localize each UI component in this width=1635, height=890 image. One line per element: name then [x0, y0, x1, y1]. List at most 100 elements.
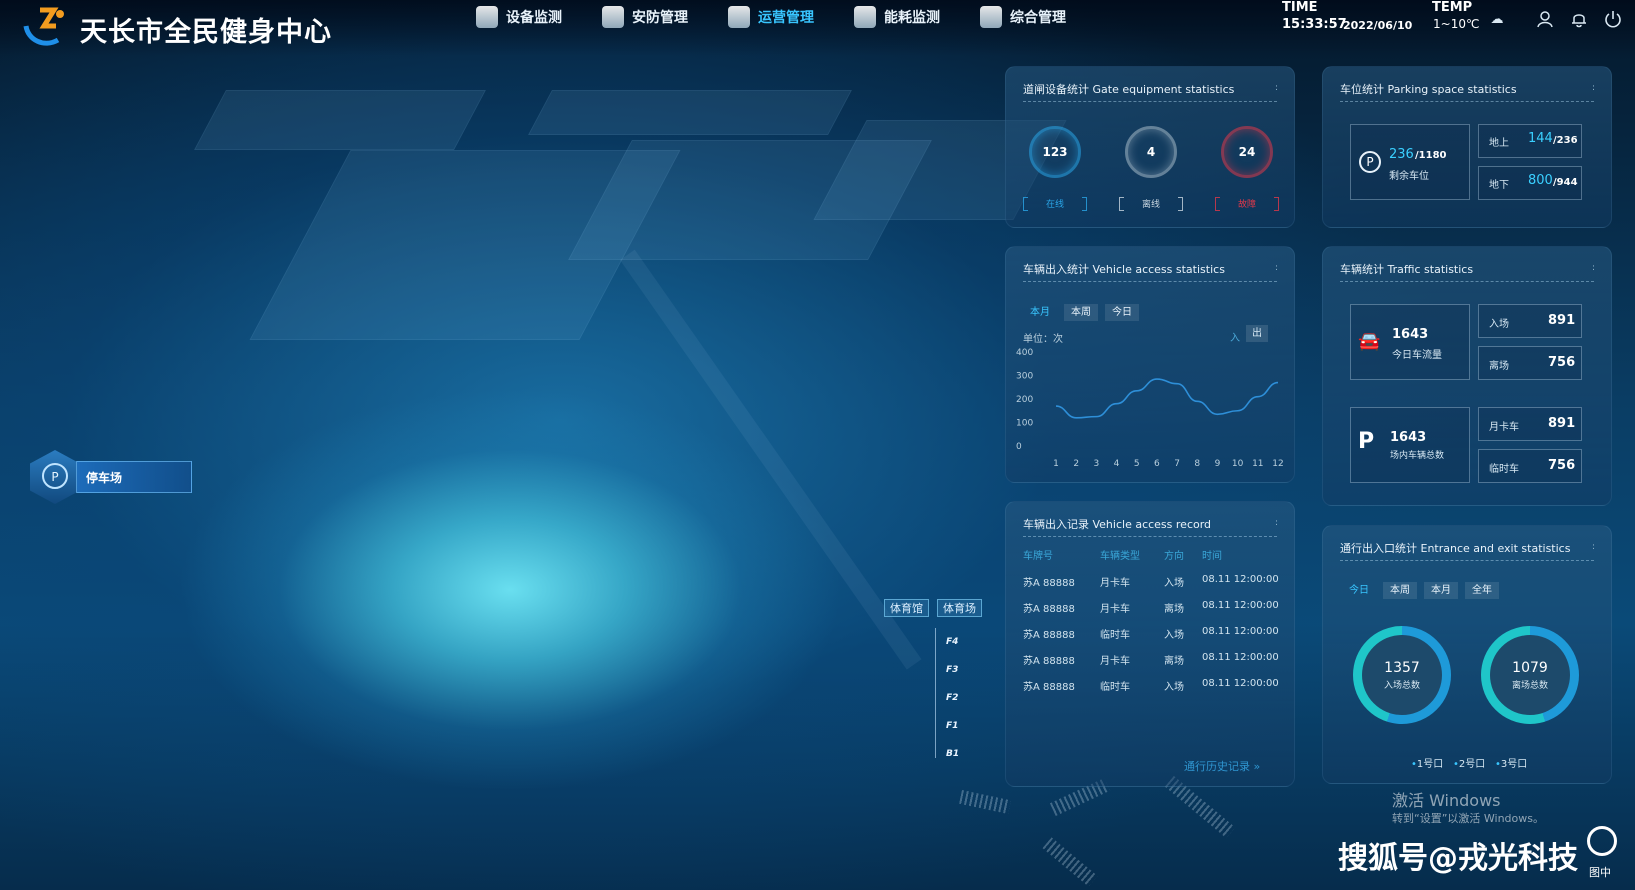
brand-title: 天长市全民健身中心: [80, 17, 332, 48]
x-tick-label: 4: [1114, 459, 1120, 469]
nav-label: 运营管理: [758, 10, 814, 26]
panel-title: 道闸设备统计 Gate equipment statistics: [1023, 83, 1235, 96]
panel-title: 车辆统计 Traffic statistics: [1340, 263, 1474, 276]
offline-gauge: 4: [1125, 126, 1177, 178]
power-icon[interactable]: [1603, 10, 1623, 30]
nav-operation[interactable]: 运营管理: [728, 6, 814, 28]
nav-energy[interactable]: 能耗监测: [854, 6, 940, 28]
record-cell: 08.11 12:00:00: [1202, 652, 1279, 663]
nav-equipment-monitor[interactable]: 设备监测: [476, 6, 562, 28]
bell-icon[interactable]: [1569, 10, 1589, 30]
offline-caption: 离线: [1119, 197, 1183, 211]
record-cell: 入场: [1164, 578, 1184, 589]
shield-icon: [602, 6, 624, 28]
entry-label: 入场: [1489, 319, 1509, 330]
tab-month[interactable]: 本月: [1424, 582, 1458, 599]
parking-lot-button[interactable]: P 停车场: [30, 450, 192, 504]
record-cell: 苏A 88888: [1023, 630, 1075, 641]
record-cell: 月卡车: [1100, 604, 1130, 615]
series-line: [1055, 378, 1279, 419]
nav-label: 综合管理: [1010, 10, 1066, 26]
record-cell: 苏A 88888: [1023, 604, 1075, 615]
floor-b1[interactable]: B1: [946, 749, 959, 759]
nav-general[interactable]: 综合管理: [980, 6, 1066, 28]
record-cell: 离场: [1164, 604, 1184, 615]
legend-gate-3[interactable]: •3号口: [1495, 755, 1527, 770]
parking-button-label: 停车场: [86, 471, 123, 485]
exit-total-label: 离场总数: [1511, 680, 1548, 691]
energy-icon: [854, 6, 876, 28]
building-tag-gym[interactable]: 体育馆: [884, 599, 929, 617]
more-icon[interactable]: :: [1592, 83, 1595, 93]
record-cell: 临时车: [1100, 682, 1130, 693]
exit-total-value: 1079: [1512, 659, 1548, 676]
ground-label: 地上: [1489, 138, 1509, 149]
svg-text:P: P: [51, 470, 58, 484]
user-icon[interactable]: [1535, 10, 1555, 30]
x-tick-label: 3: [1093, 459, 1099, 469]
more-icon[interactable]: :: [1275, 263, 1278, 273]
vehicle-record-panel: 车辆出入记录 Vehicle access record : 车牌号 车辆类型 …: [1005, 501, 1295, 787]
title-divider: [1340, 101, 1594, 102]
more-icon[interactable]: :: [1592, 542, 1595, 552]
today-flow-value: 1643: [1392, 327, 1429, 342]
history-link[interactable]: 通行历史记录 »: [1184, 758, 1260, 774]
panel-title: 通行出入口统计 Entrance and exit statistics: [1340, 542, 1571, 555]
record-cell: 苏A 88888: [1023, 682, 1075, 693]
tab-week[interactable]: 本周: [1064, 304, 1098, 321]
nav-label: 能耗监测: [884, 10, 940, 26]
parking-car-icon: P: [1358, 429, 1375, 454]
title-divider: [1023, 101, 1277, 102]
exit-total-ring: 1079 离场总数: [1481, 626, 1579, 724]
parking-pin-icon: P: [30, 450, 80, 504]
legend-gate-2[interactable]: •2号口: [1453, 755, 1485, 770]
settings-icon: [980, 6, 1002, 28]
building-tag-stadium[interactable]: 体育场: [937, 599, 982, 617]
ground-total: /236: [1553, 135, 1578, 146]
record-cell: 08.11 12:00:00: [1202, 626, 1279, 637]
more-icon[interactable]: :: [1275, 518, 1278, 528]
record-cell: 入场: [1164, 630, 1184, 641]
record-cell: 月卡车: [1100, 656, 1130, 667]
col-time: 时间: [1202, 551, 1222, 562]
tab-month[interactable]: 本月: [1023, 304, 1057, 321]
legend-label: 1号口: [1416, 759, 1444, 770]
remaining-value: 236: [1389, 147, 1414, 162]
record-cell: 月卡车: [1100, 578, 1130, 589]
fault-caption: 故障: [1215, 197, 1279, 211]
title-divider: [1340, 560, 1594, 561]
brand-logo-icon: [23, 7, 64, 46]
legend-out[interactable]: 出: [1246, 325, 1268, 342]
nav-security[interactable]: 安防管理: [602, 6, 688, 28]
temp-value: 1~10℃: [1433, 17, 1480, 31]
floor-f2[interactable]: F2: [946, 693, 958, 703]
title-divider: [1023, 281, 1277, 282]
windows-activate-watermark: 激活 Windows: [1392, 791, 1501, 810]
floor-f4[interactable]: F4: [946, 637, 958, 647]
tab-today[interactable]: 今日: [1342, 582, 1376, 599]
panel-title: 车位统计 Parking space statistics: [1340, 83, 1517, 96]
col-plate: 车牌号: [1023, 551, 1053, 562]
tab-week[interactable]: 本周: [1383, 582, 1417, 599]
today-flow-label: 今日车流量: [1392, 350, 1442, 361]
temp-label: TEMP: [1432, 0, 1473, 15]
panel-title: 车辆出入统计 Vehicle access statistics: [1023, 263, 1225, 276]
more-icon[interactable]: :: [1592, 263, 1595, 273]
entry-total-label: 入场总数: [1383, 680, 1420, 691]
col-type: 车辆类型: [1100, 551, 1140, 562]
floor-f1[interactable]: F1: [946, 721, 958, 731]
monitor-icon: [476, 6, 498, 28]
offline-count: 4: [1146, 145, 1156, 159]
traffic-statistics-panel: 车辆统计 Traffic statistics : 🚘 1643 今日车流量 入…: [1322, 246, 1612, 506]
x-tick-label: 12: [1272, 459, 1283, 469]
tab-today[interactable]: 今日: [1105, 304, 1139, 321]
tab-year[interactable]: 全年: [1465, 582, 1499, 599]
online-gauge: 123: [1029, 126, 1081, 178]
floor-f3[interactable]: F3: [946, 665, 958, 675]
more-icon[interactable]: :: [1275, 83, 1278, 93]
underground-total: /944: [1553, 177, 1578, 188]
inside-value: 1643: [1390, 430, 1427, 445]
legend-gate-1[interactable]: •1号口: [1411, 755, 1443, 770]
sohu-watermark: 搜狐号@戎光科技: [1338, 841, 1578, 876]
online-count: 123: [1042, 145, 1068, 159]
